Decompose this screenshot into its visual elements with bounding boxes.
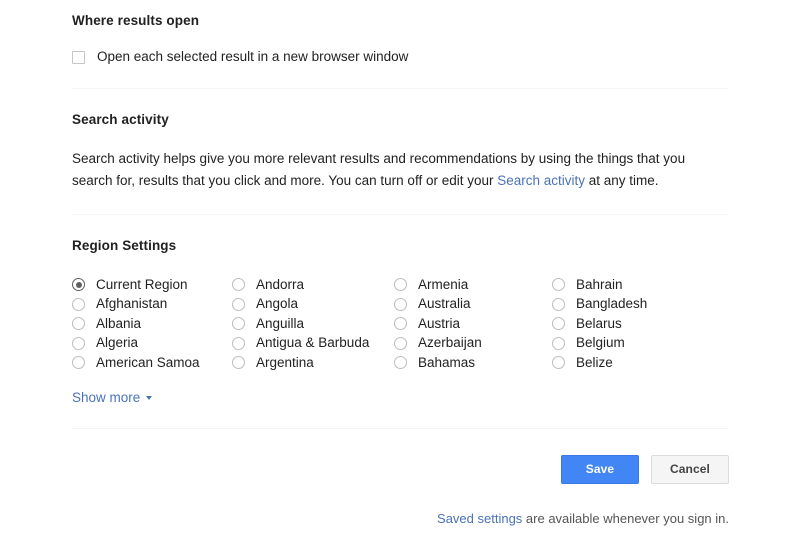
region-radio-label: Anguilla	[256, 315, 305, 331]
region-radio-label: Austria	[418, 315, 461, 331]
save-button[interactable]: Save	[561, 454, 639, 484]
region-radio-label: Belgium	[576, 335, 625, 351]
region-column-1: Current Region Afghanistan Albania Algeria A…	[72, 275, 232, 373]
region-radio-label: Antigua & Barbuda	[256, 335, 370, 351]
radio-button-icon[interactable]	[72, 317, 85, 331]
checkbox-icon[interactable]	[72, 50, 85, 64]
region-radio-row[interactable]: Angola	[232, 295, 394, 315]
radio-button-icon[interactable]	[552, 356, 565, 370]
radio-button-icon[interactable]	[394, 356, 407, 370]
radio-button-icon[interactable]	[552, 317, 565, 331]
region-radio-label: Bahrain	[576, 276, 623, 292]
region-radio-row[interactable]: Argentina	[232, 353, 394, 373]
section-title-region-settings: Region Settings	[72, 238, 177, 253]
divider-3	[72, 427, 729, 429]
new-window-checkbox-row[interactable]: Open each selected result in a new brows…	[72, 49, 729, 65]
region-radio-label: Bangladesh	[576, 296, 648, 312]
radio-button-icon[interactable]	[394, 278, 407, 292]
region-radio-label: Argentina	[256, 354, 314, 370]
radio-button-icon[interactable]	[232, 278, 245, 292]
chevron-down-icon	[146, 396, 153, 400]
radio-button-icon[interactable]	[232, 317, 245, 331]
region-radio-label: Belarus	[576, 315, 622, 331]
saved-settings-note: Saved settings are available whenever yo…	[72, 511, 729, 526]
search-activity-text-part2: at any time.	[585, 173, 659, 188]
radio-button-icon[interactable]	[552, 297, 565, 311]
region-radio-row[interactable]: Antigua & Barbuda	[232, 334, 394, 354]
region-column-2: Andorra Angola Anguilla Antigua & Barbuda Ar…	[232, 275, 394, 373]
region-radio-label: American Samoa	[96, 354, 200, 370]
region-radio-row[interactable]: American Samoa	[72, 353, 232, 373]
saved-settings-text: are available whenever you sign in.	[522, 510, 729, 526]
spacer-region-settings	[72, 407, 729, 428]
radio-button-icon[interactable]	[552, 278, 565, 292]
radio-button-icon[interactable]	[72, 356, 85, 370]
region-radio-row[interactable]: Azerbaijan	[394, 334, 552, 354]
region-radio-label: Belize	[576, 354, 613, 370]
region-radio-row[interactable]: Australia	[394, 295, 552, 315]
region-radio-label: Current Region	[96, 276, 188, 292]
region-radio-row[interactable]: Afghanistan	[72, 295, 232, 315]
radio-button-icon[interactable]	[72, 336, 85, 350]
region-radio-row[interactable]: Algeria	[72, 334, 232, 354]
section-search-activity: Search activity Search activity helps gi…	[72, 89, 729, 214]
region-radio-row[interactable]: Bangladesh	[552, 295, 647, 315]
radio-button-icon[interactable]	[72, 278, 85, 292]
region-radio-row[interactable]: Armenia	[394, 275, 552, 295]
section-where-results-open: Where results open Open each selected re…	[72, 0, 729, 65]
region-options-grid: Current Region Afghanistan Albania Algeria A…	[72, 275, 729, 373]
section-title-where-results-open: Where results open	[72, 13, 200, 28]
region-radio-label: Bahamas	[418, 354, 476, 370]
spacer-search-activity	[72, 192, 729, 214]
region-column-4: Bahrain Bangladesh Belarus Belgium Belize	[552, 275, 647, 373]
section-title-search-activity: Search activity	[72, 112, 169, 127]
radio-button-icon[interactable]	[72, 297, 85, 311]
region-radio-row[interactable]: Bahamas	[394, 353, 552, 373]
region-radio-label: Andorra	[256, 276, 305, 292]
region-radio-label: Albania	[96, 315, 142, 331]
region-radio-row[interactable]: Andorra	[232, 275, 394, 295]
region-column-3: Armenia Australia Austria Azerbaijan Bahamas	[394, 275, 552, 373]
cancel-button[interactable]: Cancel	[651, 454, 729, 484]
saved-settings-link[interactable]: Saved settings	[437, 511, 522, 526]
radio-button-icon[interactable]	[232, 297, 245, 311]
region-radio-row[interactable]: Albania	[72, 314, 232, 334]
new-window-checkbox-label: Open each selected result in a new brows…	[97, 49, 409, 64]
radio-button-icon[interactable]	[232, 336, 245, 350]
settings-content: Where results open Open each selected re…	[72, 0, 729, 526]
radio-button-icon[interactable]	[394, 336, 407, 350]
region-radio-label: Australia	[418, 296, 471, 312]
region-radio-label: Azerbaijan	[418, 335, 482, 351]
region-radio-row[interactable]: Anguilla	[232, 314, 394, 334]
region-radio-label: Armenia	[418, 276, 469, 292]
region-radio-row[interactable]: Current Region	[72, 275, 232, 295]
region-radio-row[interactable]: Belgium	[552, 334, 647, 354]
search-activity-link[interactable]: Search activity	[497, 173, 585, 188]
radio-button-icon[interactable]	[394, 317, 407, 331]
region-radio-label: Algeria	[96, 335, 139, 351]
region-radio-row[interactable]: Belize	[552, 353, 647, 373]
section-region-settings: Region Settings Current Region Afghanista…	[72, 215, 729, 428]
radio-button-icon[interactable]	[552, 336, 565, 350]
region-radio-label: Angola	[256, 296, 299, 312]
region-radio-row[interactable]: Belarus	[552, 314, 647, 334]
region-radio-row[interactable]: Austria	[394, 314, 552, 334]
show-more-link[interactable]: Show more	[72, 389, 153, 405]
show-more-label: Show more	[72, 389, 141, 405]
region-radio-label: Afghanistan	[96, 296, 168, 312]
radio-button-icon[interactable]	[394, 297, 407, 311]
action-buttons: Save Cancel	[72, 454, 729, 484]
region-radio-row[interactable]: Bahrain	[552, 275, 647, 295]
settings-page: Where results open Open each selected re…	[0, 0, 800, 538]
search-activity-description: Search activity helps give you more rele…	[72, 148, 712, 192]
radio-button-icon[interactable]	[232, 356, 245, 370]
